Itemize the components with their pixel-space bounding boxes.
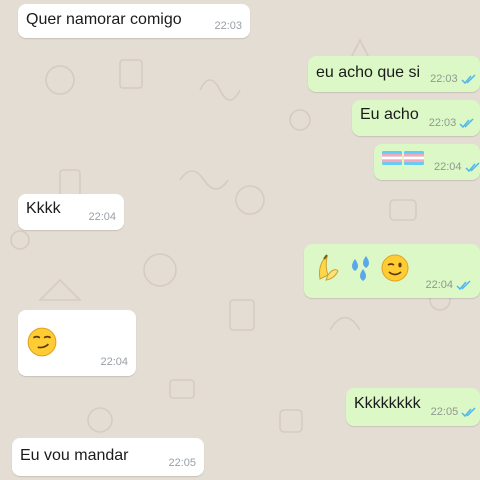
- message-time: 22:04: [88, 211, 116, 223]
- message-time: 22:04: [425, 279, 453, 291]
- message-incoming[interactable]: Kkkk 22:04: [18, 194, 124, 230]
- message-text: Eu acho: [360, 106, 419, 123]
- message-meta: 22:04: [78, 211, 116, 223]
- banana-icon: [319, 254, 339, 281]
- message-time: 22:05: [430, 406, 459, 418]
- message-time: 22:03: [428, 117, 457, 129]
- message-time: 22:05: [168, 457, 196, 469]
- read-ticks-icon: [461, 406, 476, 417]
- message-meta: 22:04: [90, 356, 128, 368]
- emoji-row: [312, 253, 410, 291]
- message-meta: 22:05: [158, 457, 196, 469]
- emoji-row: [382, 151, 424, 173]
- message-meta: 22:03: [420, 73, 477, 85]
- message-outgoing[interactable]: 22:04: [374, 144, 480, 180]
- message-outgoing[interactable]: Eu acho 22:03: [352, 100, 480, 136]
- message-outgoing[interactable]: 22:04: [304, 244, 480, 298]
- message-time: 22:04: [100, 356, 128, 368]
- emoji-row: [26, 326, 58, 368]
- message-text: eu acho que si: [316, 64, 421, 81]
- message-meta: 22:04: [415, 279, 472, 291]
- read-ticks-icon: [459, 117, 474, 128]
- message-time: 22:03: [430, 73, 458, 85]
- message-text: Eu vou mandar: [20, 447, 129, 464]
- message-incoming[interactable]: Quer namorar comigo 22:03: [18, 4, 250, 38]
- message-time: 22:04: [434, 161, 462, 173]
- transgender-flag-icon: [404, 151, 424, 165]
- winking-face-icon: [381, 254, 409, 282]
- message-outgoing[interactable]: eu acho que si 22:03: [308, 56, 480, 92]
- message-time: 22:03: [214, 20, 242, 32]
- read-ticks-icon: [465, 161, 480, 172]
- message-text: Quer namorar comigo: [26, 11, 182, 28]
- sweat-droplets-icon: [352, 256, 369, 281]
- message-text: Kkkk: [26, 200, 61, 217]
- message-meta: 22:03: [204, 20, 242, 32]
- message-incoming[interactable]: Eu vou mandar 22:05: [12, 438, 204, 476]
- transgender-flag-icon: [382, 151, 402, 165]
- message-meta: 22:03: [419, 117, 476, 129]
- message-meta: 22:04: [424, 161, 480, 173]
- message-outgoing[interactable]: Kkkkkkkk 22:05: [346, 388, 480, 426]
- read-ticks-icon: [461, 73, 476, 84]
- message-text: Kkkkkkkk: [354, 395, 421, 412]
- message-incoming[interactable]: 22:04: [18, 310, 136, 376]
- read-ticks-icon: [456, 279, 471, 290]
- smirking-face-icon: [27, 327, 57, 357]
- message-meta: 22:05: [421, 406, 478, 418]
